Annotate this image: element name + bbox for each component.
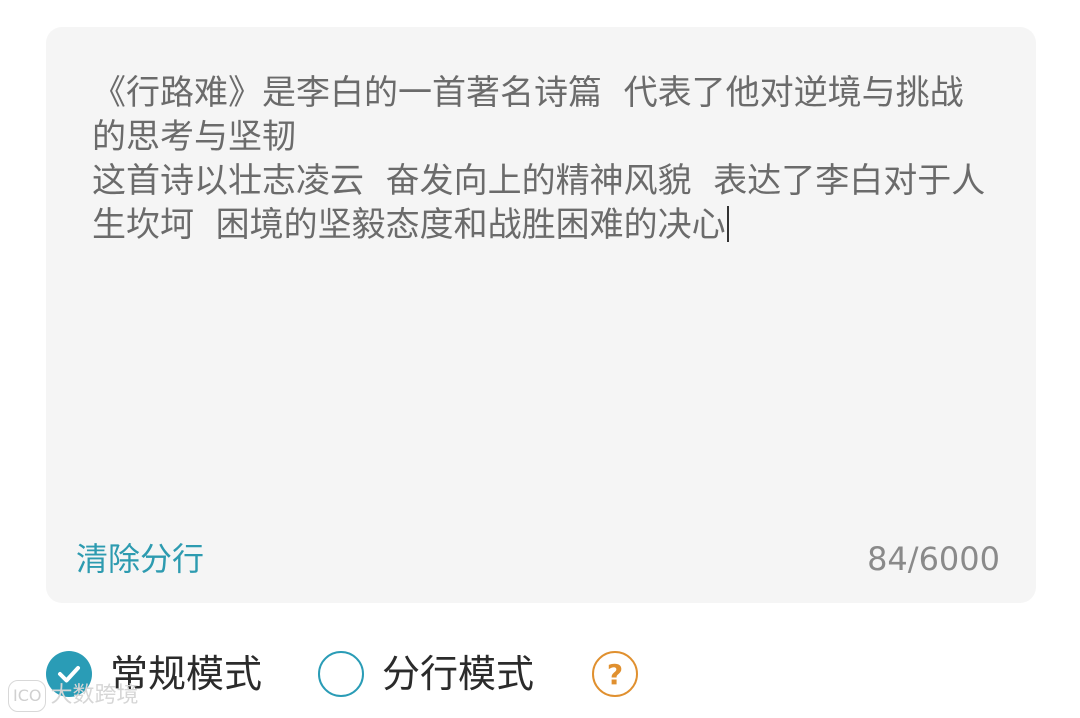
- watermark: ICO 大数跨境: [8, 680, 139, 712]
- mode-option-line-break[interactable]: 分行模式: [318, 651, 534, 697]
- mode-label-line-break: 分行模式: [382, 652, 535, 696]
- watermark-text: 大数跨境: [50, 683, 139, 708]
- editor-textarea[interactable]: 《行路难》是李白的一首著名诗篇 代表了他对逆境与挑战的思考与坚韧 这首诗以壮志凌…: [92, 71, 992, 247]
- editor-content: 《行路难》是李白的一首著名诗篇 代表了他对逆境与挑战的思考与坚韧 这首诗以壮志凌…: [92, 73, 986, 245]
- text-editor-card[interactable]: 《行路难》是李白的一首著名诗篇 代表了他对逆境与挑战的思考与坚韧 这首诗以壮志凌…: [46, 27, 1036, 603]
- question-mark-icon[interactable]: ?: [592, 651, 639, 697]
- clear-line-breaks-link[interactable]: 清除分行: [76, 539, 204, 579]
- watermark-logo-icon: ICO: [8, 680, 47, 712]
- radio-unchecked-icon[interactable]: [318, 651, 365, 697]
- text-caret: [726, 206, 729, 242]
- character-count: 84/6000: [867, 540, 1000, 578]
